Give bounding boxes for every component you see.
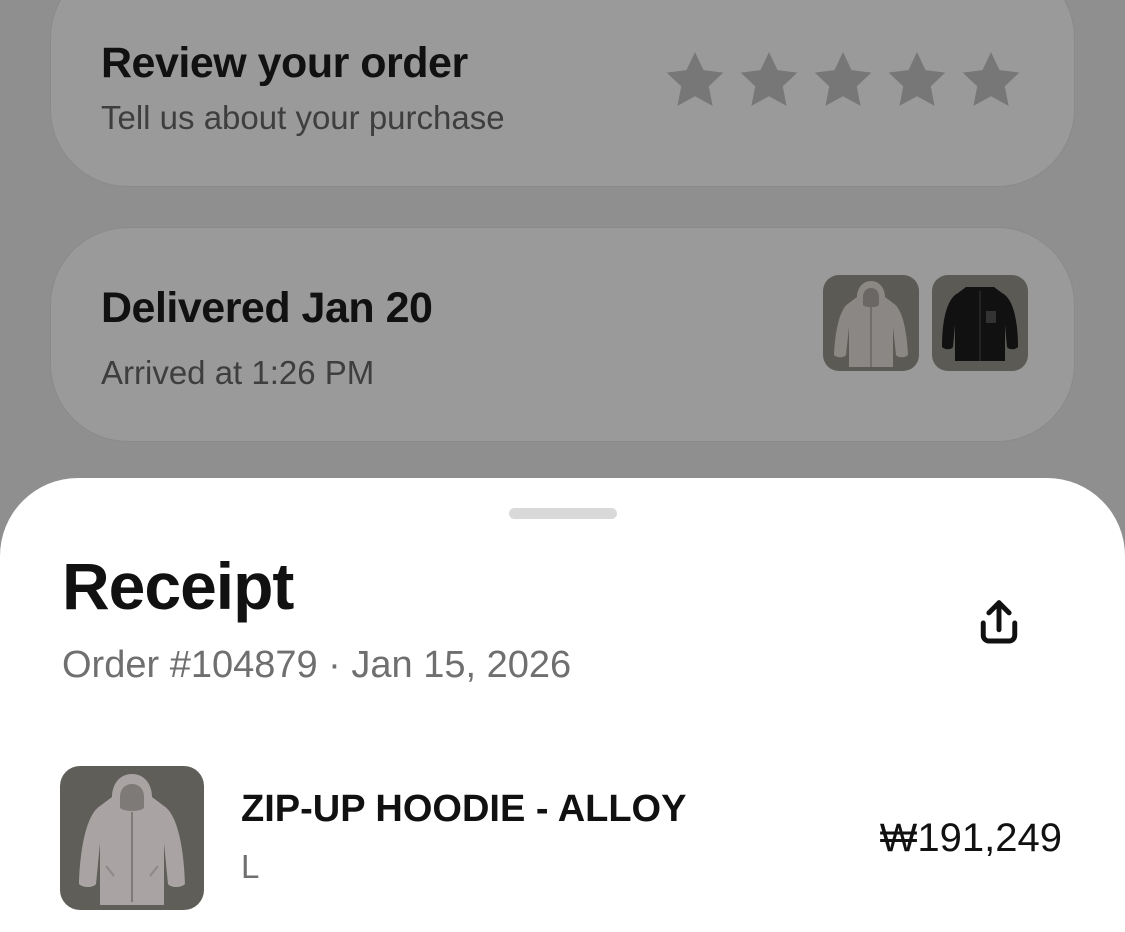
delivery-status-card[interactable]: Delivered Jan 20 Arrived at 1:26 PM <box>50 227 1075 442</box>
hoodie-thumbnail <box>823 275 919 371</box>
star-icon[interactable] <box>884 47 950 113</box>
star-icon[interactable] <box>736 47 802 113</box>
star-icon[interactable] <box>662 47 728 113</box>
delivery-card-title: Delivered Jan 20 <box>101 284 433 332</box>
page-title: Receipt <box>62 549 294 623</box>
product-image <box>60 766 204 910</box>
review-card-subtitle: Tell us about your purchase <box>101 99 505 136</box>
review-card-title: Review your order <box>101 39 468 87</box>
star-rating <box>662 47 1024 113</box>
delivered-items-thumbnails <box>823 275 1028 371</box>
item-price: ₩191,249 <box>879 816 1062 860</box>
star-icon[interactable] <box>958 47 1024 113</box>
sheet-grabber[interactable] <box>509 508 617 519</box>
review-order-card[interactable]: Review your order Tell us about your pur… <box>50 0 1075 187</box>
order-number-date: Order #104879 · Jan 15, 2026 <box>62 644 572 686</box>
receipt-sheet: Receipt Order #104879 · Jan 15, 2026 ZIP… <box>0 478 1125 932</box>
star-icon[interactable] <box>810 47 876 113</box>
share-icon <box>972 596 1026 650</box>
share-button[interactable] <box>972 596 1026 650</box>
order-detail-screen: Review your order Tell us about your pur… <box>0 0 1125 932</box>
list-item[interactable]: ZIP-UP HOODIE - ALLOY L ₩191,249 <box>0 766 1125 912</box>
item-name: ZIP-UP HOODIE - ALLOY <box>241 788 687 830</box>
item-variant: L <box>241 848 260 885</box>
delivery-card-subtitle: Arrived at 1:26 PM <box>101 354 375 391</box>
jacket-thumbnail <box>932 275 1028 371</box>
